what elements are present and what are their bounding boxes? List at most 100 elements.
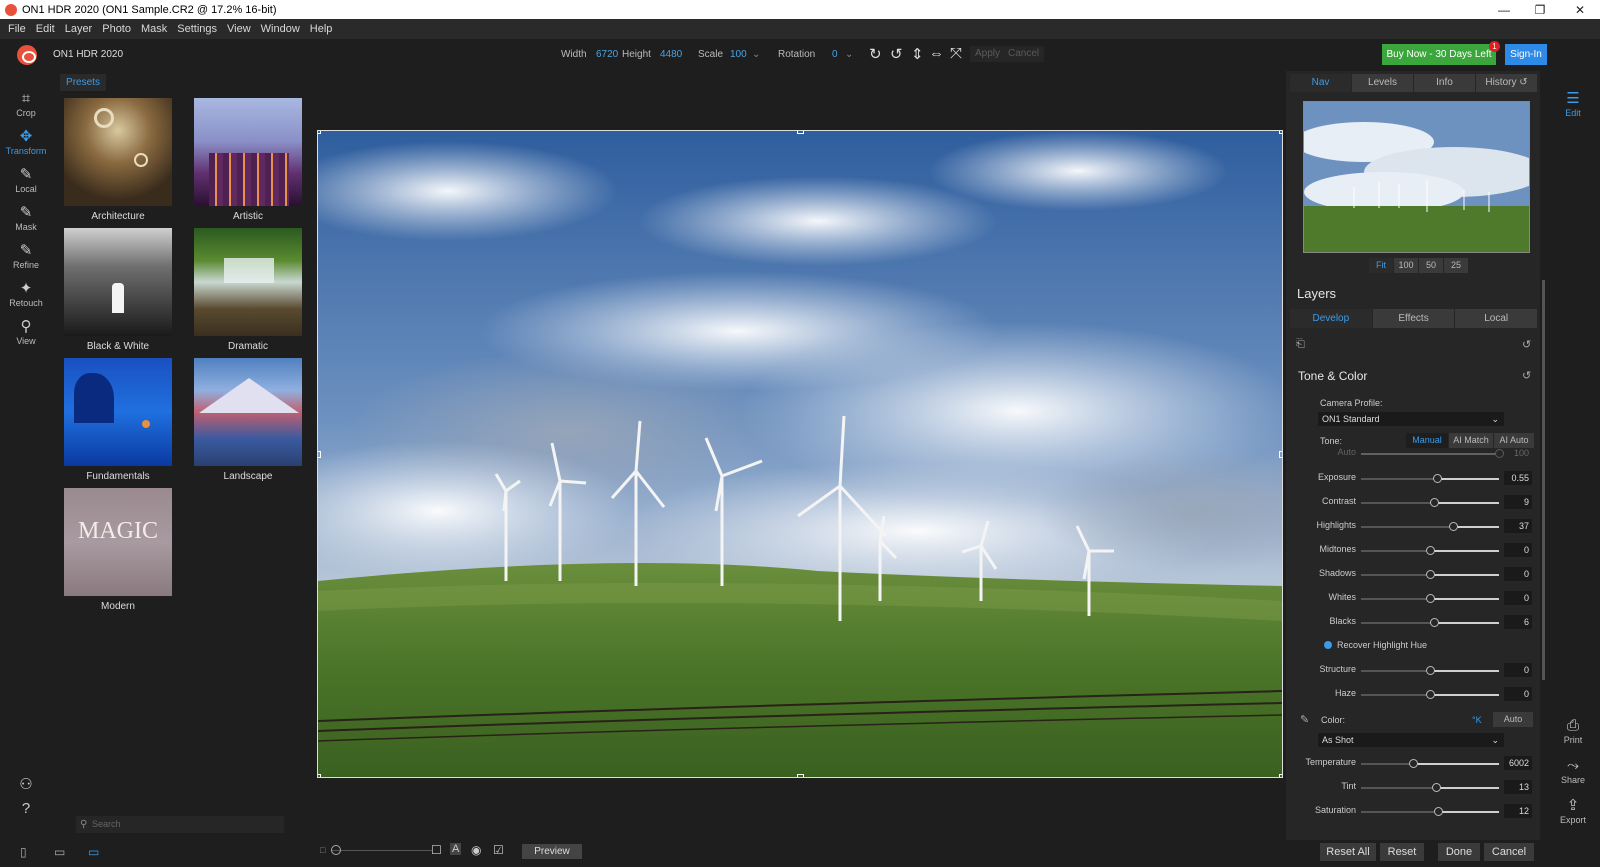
preset-landscape[interactable]: Landscape	[194, 358, 302, 482]
tab-presets[interactable]: Presets	[60, 74, 106, 91]
menu-window[interactable]: Window	[261, 23, 300, 35]
module-share[interactable]: ⤳ Share	[1546, 757, 1600, 785]
photo-canvas[interactable]	[317, 130, 1283, 778]
camera-profile-select[interactable]: ON1 Standard ⌄	[1318, 412, 1504, 426]
module-print[interactable]: ⎙ Print	[1546, 717, 1600, 745]
tool-retouch[interactable]: ✦ Retouch	[0, 280, 52, 308]
zoom-25-button[interactable]: 25	[1444, 258, 1468, 273]
before-after-icon[interactable]: ☑	[493, 843, 504, 857]
rotation-dropdown-icon[interactable]: ⌄	[845, 49, 853, 60]
recover-highlight-radio[interactable]	[1324, 641, 1332, 649]
slider-value[interactable]: 0	[1504, 567, 1532, 581]
preset-search-input[interactable]: ⚲ Search	[76, 816, 284, 833]
slider-value[interactable]: 37	[1504, 519, 1532, 533]
text-overlay-icon[interactable]: A	[450, 843, 462, 855]
slider-knob[interactable]	[1431, 783, 1441, 792]
reset-all-button[interactable]: Reset All	[1320, 843, 1376, 861]
tab-effects[interactable]: Effects	[1372, 309, 1455, 328]
slider-track[interactable]	[1361, 759, 1499, 768]
crop-handle-top[interactable]	[797, 131, 804, 134]
module-edit[interactable]: ☰ Edit	[1546, 90, 1600, 118]
preset-dramatic[interactable]: Dramatic	[194, 228, 302, 352]
zoom-out-icon[interactable]: □	[320, 845, 325, 855]
fit-canvas-icon[interactable]: ⤧	[950, 45, 962, 62]
menu-photo[interactable]: Photo	[102, 23, 131, 35]
filmstrip-toggle-icon[interactable]: ▭	[54, 845, 65, 859]
slider-haze[interactable]: Haze 0	[1286, 687, 1540, 703]
tool-view[interactable]: ⚲ View	[0, 318, 52, 346]
panel-toggle-icon[interactable]: ▯	[20, 845, 27, 859]
slider-track[interactable]	[1361, 474, 1499, 483]
tab-develop[interactable]: Develop	[1290, 309, 1372, 328]
zoom-fit-button[interactable]: Fit	[1369, 258, 1393, 273]
slider-value[interactable]: 9	[1504, 495, 1532, 509]
menu-file[interactable]: File	[8, 23, 26, 35]
slider-value[interactable]: 13	[1504, 780, 1532, 794]
crop-handle-bl[interactable]	[318, 774, 321, 777]
zoom-slider[interactable]	[332, 850, 432, 851]
preset-black-white[interactable]: Black & White	[64, 228, 172, 352]
preview-button[interactable]: Preview	[522, 844, 582, 859]
slider-knob[interactable]	[1426, 666, 1435, 675]
help-button[interactable]: ?	[0, 800, 52, 818]
white-balance-select[interactable]: As Shot ⌄	[1318, 733, 1504, 747]
slider-midtones[interactable]: Midtones 0	[1286, 543, 1540, 559]
compare-icon[interactable]: ☐	[431, 843, 442, 857]
maximize-button[interactable]: ❐	[1522, 0, 1558, 19]
slider-knob[interactable]	[1426, 570, 1435, 579]
crop-handle-left[interactable]	[318, 451, 321, 458]
slider-temperature[interactable]: Temperature 6002	[1286, 756, 1540, 772]
scale-value[interactable]: 100	[730, 49, 747, 60]
reset-tone-icon[interactable]: ↺	[1522, 369, 1531, 382]
account-button[interactable]: ⚇	[0, 776, 52, 794]
tab-nav[interactable]: Nav	[1290, 74, 1351, 92]
menu-layer[interactable]: Layer	[65, 23, 93, 35]
width-value[interactable]: 6720	[596, 49, 618, 60]
rotate-ccw-icon[interactable]: ↺	[890, 45, 903, 63]
slider-knob[interactable]	[1449, 522, 1459, 531]
zoom-100-button[interactable]: 100	[1394, 258, 1418, 273]
slider-knob[interactable]	[1432, 474, 1442, 483]
tool-mask[interactable]: ✎ Mask	[0, 204, 52, 232]
slider-saturation[interactable]: Saturation 12	[1286, 804, 1540, 820]
crop-handle-br[interactable]	[1279, 774, 1282, 777]
zoom-50-button[interactable]: 50	[1419, 258, 1443, 273]
tab-info[interactable]: Info	[1414, 74, 1475, 92]
slider-value[interactable]: 0	[1504, 543, 1532, 557]
done-button[interactable]: Done	[1438, 843, 1480, 861]
slider-track[interactable]	[1361, 449, 1504, 458]
slider-exposure[interactable]: Exposure 0.55	[1286, 471, 1540, 487]
slider-track[interactable]	[1361, 618, 1499, 627]
tool-local[interactable]: ✎ Local	[0, 166, 52, 194]
flip-vertical-icon[interactable]: ⇕	[911, 45, 924, 63]
tab-history[interactable]: History ↺	[1476, 74, 1537, 92]
color-auto-button[interactable]: Auto	[1493, 712, 1533, 727]
crop-handle-tl[interactable]	[318, 131, 321, 134]
slider-contrast[interactable]: Contrast 9	[1286, 495, 1540, 511]
slider-track[interactable]	[1361, 594, 1499, 603]
crop-handle-right[interactable]	[1279, 451, 1282, 458]
slider-value[interactable]: 0	[1504, 687, 1532, 701]
height-value[interactable]: 4480	[660, 49, 682, 60]
eyedropper-icon[interactable]: ✎	[1300, 713, 1309, 726]
slider-value[interactable]: 0	[1504, 663, 1532, 677]
slider-knob[interactable]	[1430, 498, 1440, 507]
slider-knob[interactable]	[1434, 807, 1444, 816]
rotate-cw-icon[interactable]: ↻	[869, 45, 882, 63]
grid-view-icon[interactable]: ▭	[88, 845, 99, 859]
preset-artistic[interactable]: Artistic	[194, 98, 302, 222]
auto-slider[interactable]: Auto 100	[1286, 446, 1540, 462]
slider-track[interactable]	[1361, 498, 1499, 507]
flip-horizontal-icon[interactable]: ⇔	[929, 45, 944, 62]
slider-track[interactable]	[1361, 522, 1499, 531]
slider-value[interactable]: 6002	[1504, 756, 1532, 770]
slider-track[interactable]	[1361, 783, 1499, 792]
mask-view-icon[interactable]: ◉	[471, 843, 481, 857]
preset-modern[interactable]: MAGIC Modern	[64, 488, 172, 612]
slider-knob[interactable]	[1426, 594, 1435, 603]
reset-button[interactable]: Reset	[1380, 843, 1424, 861]
reset-layer-icon[interactable]: ↺	[1522, 338, 1531, 351]
module-export[interactable]: ⇪ Export	[1546, 797, 1600, 825]
slider-value[interactable]: 6	[1504, 615, 1532, 629]
slider-knob[interactable]	[1426, 546, 1435, 555]
